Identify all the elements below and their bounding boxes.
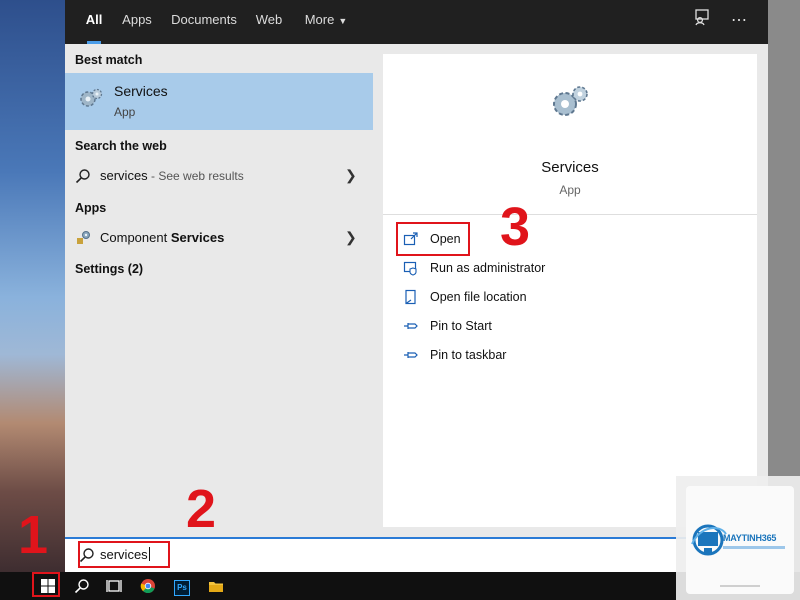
folder-icon [209, 582, 223, 592]
best-match-heading: Best match [75, 53, 143, 67]
best-match-type: App [114, 105, 136, 119]
taskbar-search-icon[interactable] [68, 574, 96, 598]
results-pane: Best match Services App Search the web s… [65, 44, 373, 537]
search-scope-tabbar: All Apps Documents Web More ▼ ⋯ [65, 0, 768, 44]
search-icon [74, 579, 89, 594]
apps-heading: Apps [75, 201, 107, 215]
open-action-highlight [396, 222, 470, 256]
step-1-number: 1 [18, 505, 49, 565]
task-view-icon[interactable] [100, 574, 128, 598]
pin-to-taskbar-action[interactable]: Pin to taskbar [403, 344, 603, 368]
web-heading: Search the web [75, 139, 167, 153]
chevron-right-icon[interactable]: ❯ [345, 167, 357, 184]
step-2-number: 2 [186, 479, 217, 539]
web-result-query: services [100, 168, 148, 183]
desktop-wallpaper [0, 0, 65, 572]
chrome-icon[interactable] [134, 574, 162, 598]
shield-icon [403, 261, 417, 276]
open-file-location-label: Open file location [430, 290, 527, 304]
file-location-icon [405, 289, 416, 305]
step-3-number: 3 [500, 197, 531, 257]
detail-title: Services [541, 159, 599, 176]
web-search-result[interactable]: services - See web results ❯ [65, 162, 373, 190]
detail-pane: Services App Open Run as administrator O… [373, 44, 768, 537]
detail-divider [383, 214, 757, 215]
feedback-icon[interactable] [689, 8, 715, 34]
pin-to-start-label: Pin to Start [430, 319, 492, 333]
run-as-admin-label: Run as administrator [430, 261, 546, 275]
tab-web[interactable]: Web [253, 0, 285, 44]
tab-more-label: More [304, 12, 335, 27]
open-file-location-action[interactable]: Open file location [403, 286, 603, 310]
settings-heading[interactable]: Settings (2) [75, 262, 143, 276]
detail-type: App [559, 183, 581, 197]
component-services-highlight: Services [170, 230, 225, 245]
web-result-suffix: - See web results [147, 169, 244, 183]
chevron-right-icon[interactable]: ❯ [345, 229, 357, 246]
more-options-icon[interactable]: ⋯ [726, 8, 752, 34]
detail-card: Services App Open Run as administrator O… [383, 54, 757, 527]
pin-to-start-action[interactable]: Pin to Start [403, 315, 603, 339]
best-match-result[interactable]: Services App [65, 73, 373, 130]
photoshop-label: Ps [174, 580, 190, 596]
pin-icon [404, 323, 418, 329]
run-as-admin-action[interactable]: Run as administrator [403, 257, 603, 281]
tab-apps[interactable]: Apps [117, 0, 157, 44]
services-gear-icon [553, 86, 588, 116]
component-services-result[interactable]: Component Services ❯ [65, 224, 373, 252]
watermark-tagline-bar [723, 546, 785, 549]
photoshop-icon[interactable]: Ps [168, 574, 196, 598]
tab-more[interactable]: More ▼ [301, 0, 351, 44]
component-services-label: Component Services [100, 230, 224, 245]
task-view-glyph [106, 580, 122, 592]
watermark-brand: MAYTINH365 [723, 533, 777, 543]
search-icon [75, 169, 90, 184]
search-box[interactable]: services [65, 537, 768, 572]
services-gear-icon [80, 88, 103, 107]
web-result-label: services - See web results [100, 168, 244, 183]
component-services-prefix: Component [100, 230, 171, 245]
best-match-name: Services [114, 83, 168, 99]
component-services-icon [77, 231, 90, 244]
watermark-footer-bar [720, 585, 760, 587]
tab-all[interactable]: All [79, 0, 109, 44]
chrome-logo [140, 579, 155, 594]
tab-documents[interactable]: Documents [169, 0, 239, 44]
pin-icon [404, 352, 418, 358]
feedback-icon-svg [695, 9, 709, 26]
file-explorer-icon[interactable] [202, 574, 230, 598]
watermark-logo: MAYTINH365 [686, 486, 794, 594]
pin-to-taskbar-label: Pin to taskbar [430, 348, 507, 362]
start-button-highlight [32, 572, 60, 597]
search-input-highlight [78, 541, 170, 568]
caret-down-icon: ▼ [338, 16, 348, 26]
